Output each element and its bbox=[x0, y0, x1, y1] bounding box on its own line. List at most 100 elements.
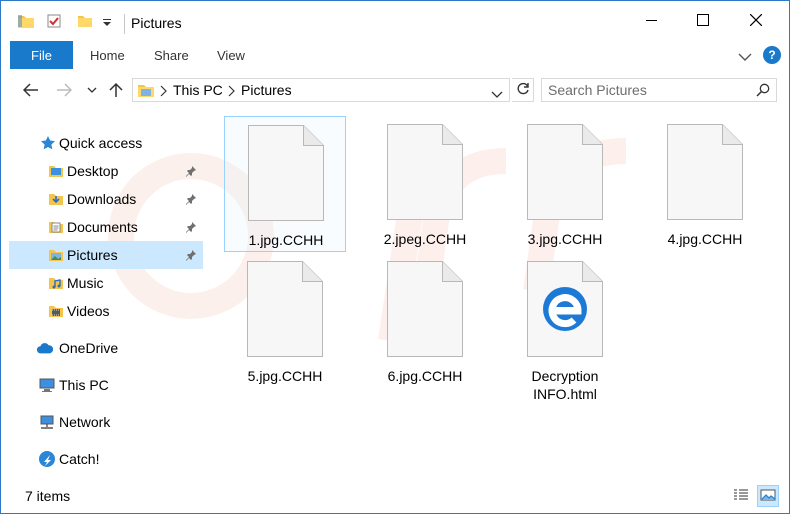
blank-file-icon bbox=[248, 125, 324, 221]
tab-view[interactable]: View bbox=[217, 48, 245, 63]
file-item-1-jpg-cchh[interactable]: 1.jpg.CCHH bbox=[224, 116, 346, 252]
sidebar-item-pictures[interactable]: Pictures bbox=[9, 241, 203, 269]
navigation-pane: Quick access Desktop Downloads Documents… bbox=[1, 111, 205, 481]
navigation-bar: This PC Pictures bbox=[1, 73, 789, 107]
downloads-folder-icon bbox=[47, 190, 65, 208]
file-name: 2.jpeg.CCHH bbox=[383, 231, 467, 247]
star-icon bbox=[39, 134, 57, 152]
up-arrow-icon[interactable] bbox=[107, 81, 125, 99]
refresh-button[interactable] bbox=[512, 78, 534, 102]
sidebar-item-music[interactable]: Music bbox=[9, 269, 203, 297]
window-title: Pictures bbox=[131, 15, 182, 31]
onedrive-cloud-icon bbox=[36, 339, 54, 357]
tab-share[interactable]: Share bbox=[154, 48, 189, 63]
expand-ribbon-chevron-icon[interactable] bbox=[738, 49, 752, 65]
help-button[interactable]: ? bbox=[763, 46, 781, 64]
pin-icon[interactable] bbox=[185, 164, 197, 180]
file-name-line-2: INFO.html bbox=[533, 386, 597, 402]
sidebar-item-onedrive[interactable]: OneDrive bbox=[9, 334, 203, 362]
sidebar-item-videos[interactable]: Videos bbox=[9, 297, 203, 325]
file-list: 1.jpg.CCHH 2.jpeg.CCHH 3.jpg.CCHH 4.jpg.… bbox=[207, 111, 789, 481]
new-folder-icon[interactable] bbox=[77, 13, 93, 32]
blank-file-icon bbox=[387, 124, 463, 220]
breadcrumb-chevron-icon[interactable] bbox=[159, 84, 167, 100]
pin-icon[interactable] bbox=[185, 192, 197, 208]
maximize-button[interactable] bbox=[680, 1, 726, 41]
search-icon[interactable] bbox=[756, 83, 770, 100]
pictures-location-icon bbox=[137, 82, 155, 101]
forward-arrow-icon[interactable] bbox=[55, 81, 73, 99]
minimize-icon bbox=[646, 13, 658, 29]
file-name: 3.jpg.CCHH bbox=[527, 231, 603, 247]
tab-home[interactable]: Home bbox=[90, 48, 125, 63]
explorer-window: Pictures File Home Share View ? This PC … bbox=[0, 0, 790, 514]
edge-html-file-icon bbox=[527, 261, 603, 357]
sidebar-item-desktop[interactable]: Desktop bbox=[9, 157, 203, 185]
file-item-2-jpeg-cchh[interactable]: 2.jpeg.CCHH bbox=[364, 116, 486, 252]
folder-icon bbox=[17, 13, 35, 32]
file-item-3-jpg-cchh[interactable]: 3.jpg.CCHH bbox=[504, 116, 626, 252]
details-view-icon bbox=[733, 488, 749, 505]
catch-icon bbox=[38, 450, 56, 468]
recent-locations-chevron-icon[interactable] bbox=[86, 81, 98, 99]
sidebar-item-quick-access[interactable]: Quick access bbox=[9, 129, 203, 157]
sidebar-item-label: Documents bbox=[67, 219, 138, 235]
sidebar-item-label: Quick access bbox=[59, 135, 143, 151]
file-item-4-jpg-cchh[interactable]: 4.jpg.CCHH bbox=[644, 116, 766, 252]
blank-file-icon bbox=[667, 124, 743, 220]
music-folder-icon bbox=[47, 274, 65, 292]
sidebar-item-catch[interactable]: Catch! bbox=[9, 445, 203, 473]
sidebar-item-label: Downloads bbox=[67, 191, 137, 207]
search-input[interactable] bbox=[548, 81, 748, 99]
sidebar-item-this-pc[interactable]: This PC bbox=[9, 371, 203, 399]
minimize-button[interactable] bbox=[629, 1, 675, 41]
customize-quick-access-icon[interactable] bbox=[102, 15, 112, 31]
item-count: 7 items bbox=[25, 488, 71, 504]
videos-folder-icon bbox=[47, 302, 65, 320]
breadcrumb-chevron-icon[interactable] bbox=[227, 84, 235, 100]
title-separator bbox=[124, 14, 125, 34]
file-item-decryption-info-html[interactable]: Decryption INFO.html bbox=[504, 253, 626, 402]
blank-file-icon bbox=[247, 261, 323, 357]
documents-folder-icon bbox=[47, 218, 65, 236]
breadcrumb-this-pc[interactable]: This PC bbox=[173, 82, 223, 98]
large-icons-view-icon bbox=[760, 488, 776, 505]
sidebar-item-label: Music bbox=[67, 275, 104, 291]
maximize-icon bbox=[697, 13, 709, 29]
sidebar-item-label: Catch! bbox=[59, 451, 100, 467]
file-item-6-jpg-cchh[interactable]: 6.jpg.CCHH bbox=[364, 253, 486, 389]
sidebar-item-documents[interactable]: Documents bbox=[9, 213, 203, 241]
title-bar: Pictures bbox=[1, 1, 789, 41]
back-arrow-icon[interactable] bbox=[22, 81, 40, 99]
details-view-button[interactable] bbox=[730, 485, 752, 507]
address-dropdown-chevron-icon[interactable] bbox=[491, 86, 503, 102]
sidebar-item-label: OneDrive bbox=[59, 340, 119, 356]
search-box[interactable] bbox=[541, 78, 777, 102]
desktop-folder-icon bbox=[47, 162, 65, 180]
large-icons-view-button[interactable] bbox=[757, 485, 779, 507]
close-icon bbox=[749, 13, 763, 29]
blank-file-icon bbox=[387, 261, 463, 357]
breadcrumb-pictures[interactable]: Pictures bbox=[241, 82, 292, 98]
tab-file[interactable]: File bbox=[10, 41, 73, 69]
pin-icon[interactable] bbox=[185, 220, 197, 236]
file-name: Decryption INFO.html bbox=[504, 367, 626, 403]
file-name: 4.jpg.CCHH bbox=[667, 231, 743, 247]
sidebar-item-label: Network bbox=[59, 414, 111, 430]
sidebar-item-downloads[interactable]: Downloads bbox=[9, 185, 203, 213]
close-button[interactable] bbox=[733, 1, 779, 41]
address-bar[interactable]: This PC Pictures bbox=[132, 78, 510, 102]
pictures-folder-icon bbox=[47, 246, 65, 264]
refresh-icon bbox=[516, 82, 530, 99]
properties-icon[interactable] bbox=[46, 13, 62, 32]
pin-icon[interactable] bbox=[185, 248, 197, 264]
network-icon bbox=[38, 413, 56, 431]
sidebar-item-network[interactable]: Network bbox=[9, 408, 203, 436]
file-name: 5.jpg.CCHH bbox=[247, 368, 323, 384]
this-pc-icon bbox=[38, 376, 56, 394]
file-item-5-jpg-cchh[interactable]: 5.jpg.CCHH bbox=[224, 253, 346, 389]
sidebar-item-label: Desktop bbox=[67, 163, 119, 179]
file-name: 1.jpg.CCHH bbox=[248, 232, 324, 248]
sidebar-item-label: Videos bbox=[67, 303, 110, 319]
sidebar-item-label: This PC bbox=[59, 377, 109, 393]
